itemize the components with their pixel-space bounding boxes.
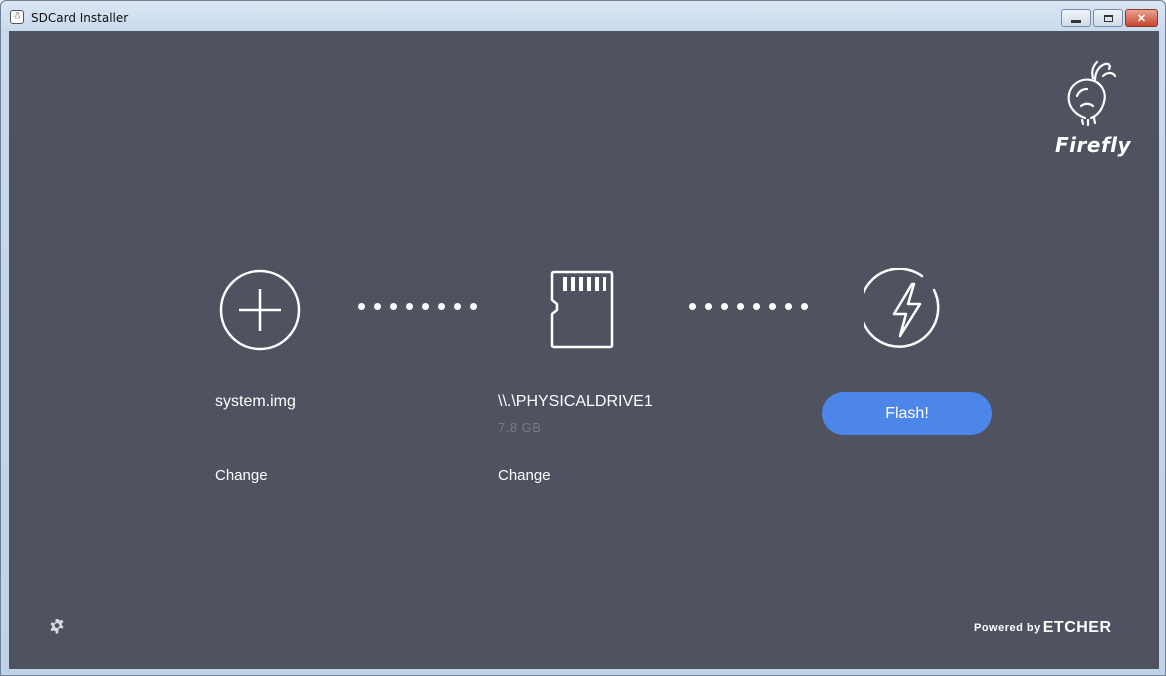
close-button[interactable]: ✕ [1125, 9, 1158, 27]
maximize-button[interactable] [1093, 9, 1123, 27]
progress-dots-1 [358, 303, 477, 311]
flash-button[interactable]: Flash! [822, 392, 992, 435]
app-window: ☃ SDCard Installer ✕ Firefly system.img … [0, 0, 1166, 676]
logo-text: Firefly [1055, 133, 1132, 157]
progress-dots-2 [689, 303, 808, 311]
selected-image-name: system.img [215, 393, 296, 410]
close-icon: ✕ [1136, 12, 1147, 25]
drive-size: 7.8 GB [498, 420, 542, 435]
plus-circle-icon[interactable] [218, 268, 302, 352]
sdcard-icon[interactable] [540, 268, 624, 352]
etcher-logo-text: ETCHER [1042, 619, 1112, 636]
powered-by-label: Powered by [974, 622, 1041, 634]
window-controls: ✕ [1061, 9, 1158, 27]
window-title: SDCard Installer [31, 11, 129, 25]
app-icon: ☃ [10, 10, 24, 24]
lightning-circle-icon[interactable] [864, 268, 948, 352]
change-drive-link[interactable]: Change [498, 467, 551, 484]
minimize-button[interactable] [1061, 9, 1091, 27]
gear-icon[interactable] [49, 619, 65, 635]
change-image-link[interactable]: Change [215, 467, 268, 484]
title-bar[interactable]: ☃ SDCard Installer ✕ [1, 1, 1165, 31]
powered-by-etcher[interactable]: Powered by ETCHER [974, 619, 1112, 637]
main-content: Firefly system.img Change \\.\PHYSICALDR… [9, 31, 1159, 669]
minimize-icon [1071, 19, 1081, 23]
selected-drive-name: \\.\PHYSICALDRIVE1 [498, 393, 653, 410]
maximize-icon [1103, 14, 1113, 22]
firefly-bulb-logo [1067, 60, 1117, 127]
